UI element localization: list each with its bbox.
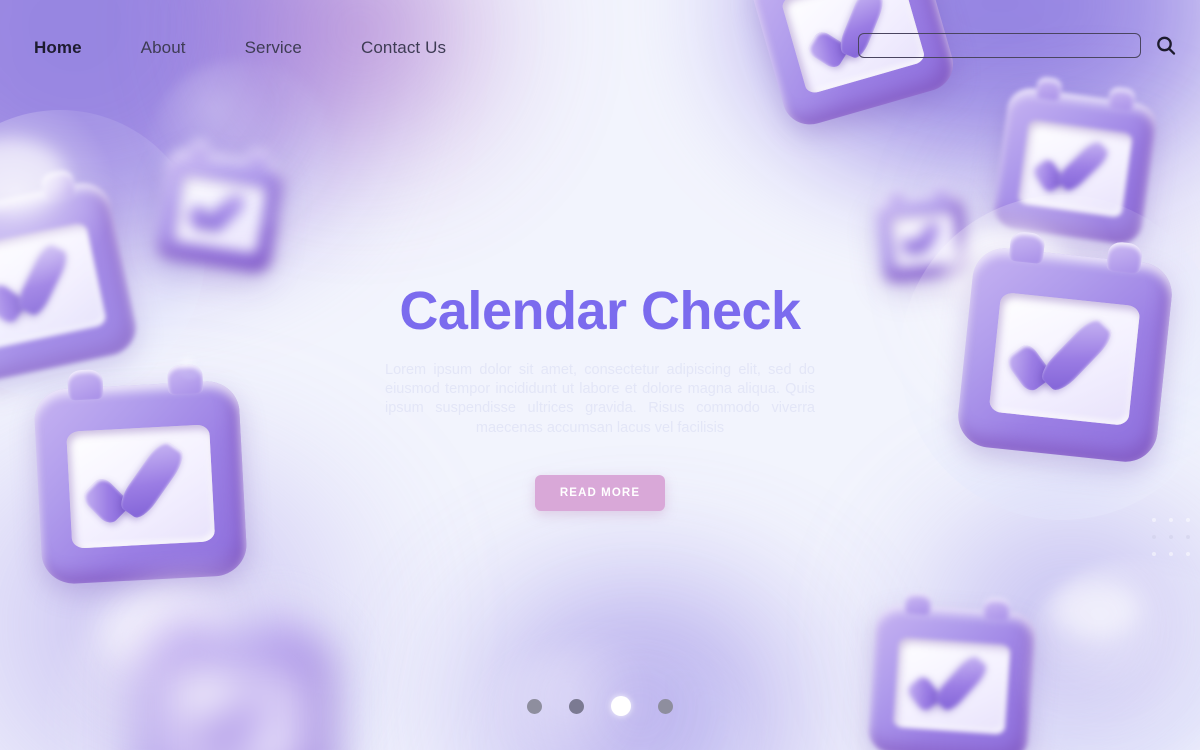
nav-item-contact-us[interactable]: Contact Us	[361, 38, 446, 58]
carousel-dots	[527, 696, 673, 716]
calendar-check-3d-icon	[0, 168, 142, 388]
background-wash	[380, 560, 900, 750]
search-area	[858, 33, 1178, 58]
main-navigation: Home About Service Contact Us	[34, 38, 505, 58]
soap-bubble	[470, 640, 750, 750]
calendar-check-3d-icon	[33, 364, 248, 586]
carousel-dot-4[interactable]	[658, 698, 673, 714]
site-header: Home About Service Contact Us	[0, 0, 1200, 95]
hero-description: Lorem ipsum dolor sit amet, consectetur …	[385, 361, 815, 436]
nav-item-home[interactable]: Home	[34, 38, 82, 58]
hero-content: Calendar Check Lorem ipsum dolor sit ame…	[385, 283, 815, 511]
calendar-check-3d-icon	[151, 139, 289, 276]
carousel-dot-2[interactable]	[569, 698, 584, 714]
soap-bubble	[1020, 560, 1200, 750]
nav-item-service[interactable]: Service	[245, 38, 302, 58]
calendar-check-3d-icon	[990, 76, 1160, 247]
carousel-dot-1[interactable]	[527, 698, 542, 714]
hero-stage: Home About Service Contact Us Calendar C…	[0, 0, 1200, 750]
nav-item-about[interactable]: About	[141, 38, 186, 58]
calendar-check-3d-icon	[866, 591, 1038, 750]
search-input[interactable]	[858, 33, 1141, 58]
calendar-check-3d-icon	[140, 613, 330, 750]
decorative-dot-grid	[1152, 518, 1190, 569]
calendar-check-3d-icon	[955, 230, 1175, 465]
page-title: Calendar Check	[399, 281, 801, 341]
calendar-check-3d-icon	[873, 184, 973, 285]
search-icon[interactable]	[1154, 34, 1178, 58]
carousel-dot-3[interactable]	[611, 696, 631, 716]
read-more-button[interactable]: READ MORE	[534, 474, 666, 511]
